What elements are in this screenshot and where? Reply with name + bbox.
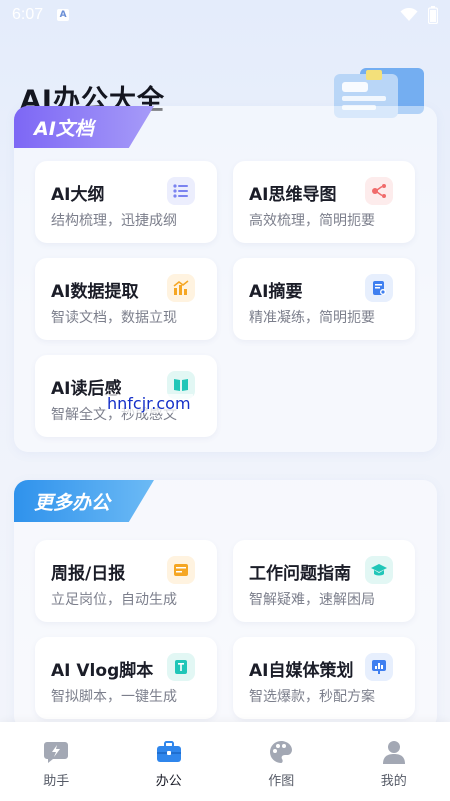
list-icon (167, 177, 195, 205)
card-title: AI数据提取 (51, 282, 139, 302)
ai-mindmap-card[interactable]: AI思维导图 高效梳理，简明扼要 (233, 161, 415, 243)
nav-label: 办公 (155, 774, 182, 789)
weekly-daily-report-card[interactable]: 周报/日报 立足岗位，自动生成 (35, 540, 217, 622)
work-problem-guide-card[interactable]: 工作问题指南 智解疑难，速解困局 (233, 540, 415, 622)
card-title: AI大纲 (51, 185, 105, 205)
more-office-tab: 更多办公 (14, 480, 154, 522)
ai-document-section: AI文档 AI大纲 结构梳理，迅捷成纲 AI思维导图 高效梳理，简明扼要 AI数… (14, 106, 437, 452)
card-subtitle: 智拟脚本，一键生成 (51, 689, 177, 705)
bar-chart-icon (167, 274, 195, 302)
card-subtitle: 高效梳理，简明扼要 (249, 213, 375, 229)
card-title: AI Vlog脚本 (51, 661, 154, 681)
nav-label: 我的 (380, 774, 407, 789)
nav-drawing[interactable]: 作图 (225, 722, 338, 801)
briefcase-icon (156, 741, 181, 762)
more-office-section: 更多办公 周报/日报 立足岗位，自动生成 工作问题指南 智解疑难，速解困局 AI… (14, 480, 437, 730)
palette-icon (270, 741, 293, 763)
ai-outline-card[interactable]: AI大纲 结构梳理，迅捷成纲 (35, 161, 217, 243)
presentation-icon (365, 653, 393, 681)
notification-a-icon: A (57, 9, 70, 21)
document-star-icon (365, 274, 393, 302)
user-icon (382, 741, 405, 764)
battery-icon (428, 6, 438, 24)
card-subtitle: 立足岗位，自动生成 (51, 592, 177, 608)
ai-document-tab: AI文档 (14, 106, 154, 148)
card-subtitle: 精准凝练，简明扼要 (249, 310, 375, 326)
nav-label: 作图 (268, 774, 295, 789)
nav-label: 助手 (43, 774, 70, 789)
card-title: AI自媒体策划 (249, 661, 354, 681)
wifi-icon (400, 8, 418, 21)
card-subtitle: 智解疑难，速解困局 (249, 592, 375, 608)
script-icon (167, 653, 195, 681)
ai-vlog-script-card[interactable]: AI Vlog脚本 智拟脚本，一键生成 (35, 637, 217, 719)
status-bar: 6:07 A (0, 0, 450, 30)
ai-self-media-plan-card[interactable]: AI自媒体策划 智选爆款，秒配方案 (233, 637, 415, 719)
card-subtitle: 结构梳理，迅捷成纲 (51, 213, 177, 229)
lightning-chat-icon (44, 742, 69, 763)
graduation-cap-icon (365, 556, 393, 584)
card-title: 工作问题指南 (249, 564, 351, 584)
nav-mine[interactable]: 我的 (338, 722, 450, 801)
nav-assistant[interactable]: 助手 (0, 722, 113, 801)
card-title: AI思维导图 (249, 185, 337, 205)
watermark-text: hnfcjr.com (105, 394, 193, 413)
status-time: 6:07 (12, 6, 44, 23)
card-title: 周报/日报 (51, 564, 126, 584)
card-subtitle: 智选爆款，秒配方案 (249, 689, 375, 705)
mindmap-icon (365, 177, 393, 205)
status-right-icons (400, 6, 438, 24)
ai-summary-card[interactable]: AI摘要 精准凝练，简明扼要 (233, 258, 415, 340)
bottom-navigation: 助手 办公 作图 我的 (0, 722, 450, 801)
card-title: AI摘要 (249, 282, 303, 302)
nav-office[interactable]: 办公 (113, 722, 226, 801)
card-subtitle: 智读文档，数据立现 (51, 310, 177, 326)
ai-data-extract-card[interactable]: AI数据提取 智读文档，数据立现 (35, 258, 217, 340)
report-icon (167, 556, 195, 584)
